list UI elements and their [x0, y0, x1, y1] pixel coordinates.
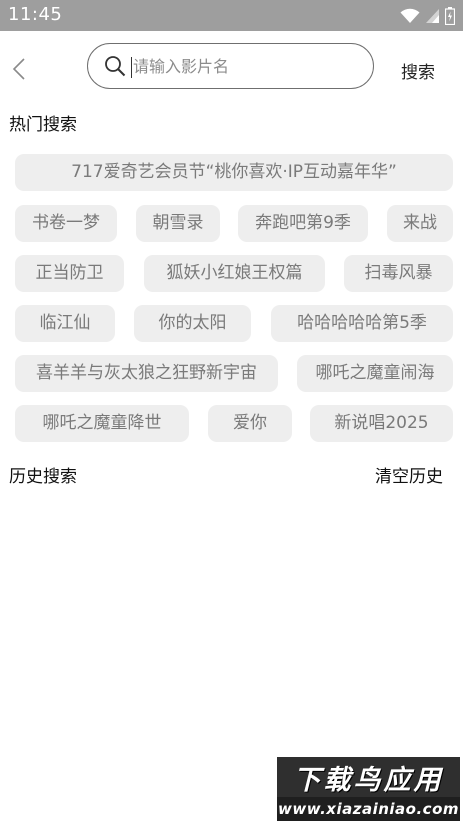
- hot-search-title: 热门搜索: [9, 115, 77, 135]
- hot-search-tag[interactable]: 奔跑吧第9季: [238, 205, 368, 242]
- hot-search-tag[interactable]: 喜羊羊与灰太狼之狂野新宇宙: [15, 355, 278, 392]
- status-icons: [400, 6, 455, 26]
- chevron-left-icon: [12, 58, 25, 80]
- hot-search-tag[interactable]: 你的太阳: [134, 305, 251, 342]
- hot-search-tag[interactable]: 来战: [387, 205, 453, 242]
- hot-search-tag[interactable]: 新说唱2025: [310, 405, 453, 442]
- hot-search-tag[interactable]: 扫毒风暴: [344, 255, 453, 292]
- watermark-title: 下载鸟应用: [277, 757, 460, 797]
- hot-search-tag[interactable]: 朝雪录: [136, 205, 220, 242]
- hot-search-tag[interactable]: 临江仙: [15, 305, 115, 342]
- search-input[interactable]: [133, 51, 363, 81]
- status-time: 11:45: [8, 4, 63, 25]
- hot-search-tag[interactable]: 正当防卫: [15, 255, 124, 292]
- text-cursor: [131, 57, 132, 78]
- hot-search-tag[interactable]: 书卷一梦: [15, 205, 117, 242]
- search-icon: [105, 56, 126, 77]
- hot-search-tag[interactable]: 爱你: [208, 405, 292, 442]
- battery-icon: [445, 7, 455, 25]
- clear-history-button[interactable]: 清空历史: [375, 462, 443, 487]
- search-box[interactable]: [87, 43, 374, 89]
- hot-search-tag[interactable]: 哪吒之魔童降世: [15, 405, 189, 442]
- status-bar: 11:45: [0, 0, 463, 31]
- history-title: 历史搜索: [9, 467, 77, 487]
- hot-search-tag[interactable]: 哈哈哈哈哈第5季: [271, 305, 453, 342]
- cell-signal-icon: [426, 9, 439, 23]
- wifi-icon: [400, 8, 420, 23]
- hot-search-tag[interactable]: 717爱奇艺会员节“桃你喜欢·IP互动嘉年华”: [15, 154, 453, 191]
- back-button[interactable]: [8, 55, 30, 83]
- search-button[interactable]: 搜索: [401, 58, 435, 83]
- watermark-url: www.xiazainiao.com: [277, 797, 460, 821]
- watermark-logo: 下载鸟应用 www.xiazainiao.com: [277, 757, 460, 821]
- hot-search-tag[interactable]: 哪吒之魔童闹海: [297, 355, 453, 392]
- hot-search-tag[interactable]: 狐妖小红娘王权篇: [144, 255, 325, 292]
